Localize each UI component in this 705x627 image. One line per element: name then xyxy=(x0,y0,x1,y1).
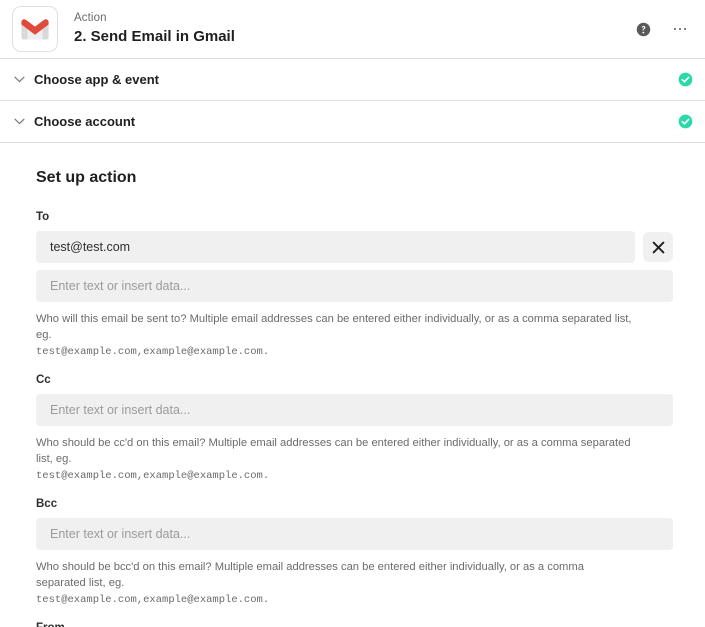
sidebar-item-label: Choose account xyxy=(34,114,136,129)
header-actions xyxy=(636,21,689,37)
to-empty-row xyxy=(36,270,689,302)
check-circle-icon xyxy=(678,72,693,87)
bcc-row xyxy=(36,518,689,550)
field-bcc: Bcc Who should be bcc'd on this email? M… xyxy=(36,497,689,608)
help-circle-icon xyxy=(636,22,651,36)
field-label-bcc: Bcc xyxy=(36,498,58,510)
field-helper-cc-example: test@example.com,example@example.com. xyxy=(36,470,270,482)
gmail-logo-svg xyxy=(21,18,49,39)
help-button[interactable] xyxy=(636,22,651,37)
section-choose-account[interactable]: Choose account xyxy=(0,101,705,142)
remove-to-value-button[interactable] xyxy=(643,232,673,262)
field-helper-bcc: Who should be bcc'd on this email? Multi… xyxy=(36,559,636,608)
field-label-cc: Cc xyxy=(36,374,51,386)
bcc-input[interactable] xyxy=(36,518,673,550)
field-label-to: To xyxy=(36,211,50,223)
cc-input[interactable] xyxy=(36,394,673,426)
section-choose-app-and-event[interactable]: Choose app & event xyxy=(0,59,705,100)
setup-action-title: Set up action xyxy=(36,169,137,186)
field-label-from: From xyxy=(36,621,689,627)
page-title: 2. Send Email in Gmail xyxy=(74,28,235,45)
to-input-filled[interactable] xyxy=(36,231,635,263)
field-helper-cc: Who should be cc'd on this email? Multip… xyxy=(36,435,636,484)
close-icon xyxy=(652,241,664,253)
field-helper-to-example: test@example.com,example@example.com. xyxy=(36,346,270,358)
chevron-down-icon xyxy=(8,118,30,125)
field-cc: Cc Who should be cc'd on this email? Mul… xyxy=(36,373,689,484)
gmail-logo-icon xyxy=(12,6,58,52)
to-value-row xyxy=(36,231,689,263)
to-input-empty[interactable] xyxy=(36,270,673,302)
field-helper-bcc-text: Who should be bcc'd on this email? Multi… xyxy=(36,561,584,589)
chevron-down-svg xyxy=(13,76,25,83)
step-type-label: Action xyxy=(74,12,107,24)
setup-action-panel: Set up action To Who will this email be … xyxy=(0,143,705,627)
field-to: To Who will this email be sent to? Multi… xyxy=(36,210,689,360)
more-options-button[interactable] xyxy=(671,21,689,37)
check-circle-icon xyxy=(678,114,693,129)
field-from: From Choose value... Select an email add… xyxy=(36,621,689,627)
field-helper-bcc-example: test@example.com,example@example.com. xyxy=(36,594,270,606)
field-helper-to-text: Who will this email be sent to? Multiple… xyxy=(36,313,632,341)
sidebar-item-label: Choose app & event xyxy=(34,72,159,87)
cc-row xyxy=(36,394,689,426)
field-helper-cc-text: Who should be cc'd on this email? Multip… xyxy=(36,437,631,465)
chevron-down-icon xyxy=(8,76,30,83)
chevron-down-svg xyxy=(13,118,25,125)
field-helper-to: Who will this email be sent to? Multiple… xyxy=(36,311,636,360)
header-text-block: Action 2. Send Email in Gmail xyxy=(74,11,636,47)
action-header: Action 2. Send Email in Gmail xyxy=(0,0,705,58)
more-options-icon xyxy=(671,21,689,37)
